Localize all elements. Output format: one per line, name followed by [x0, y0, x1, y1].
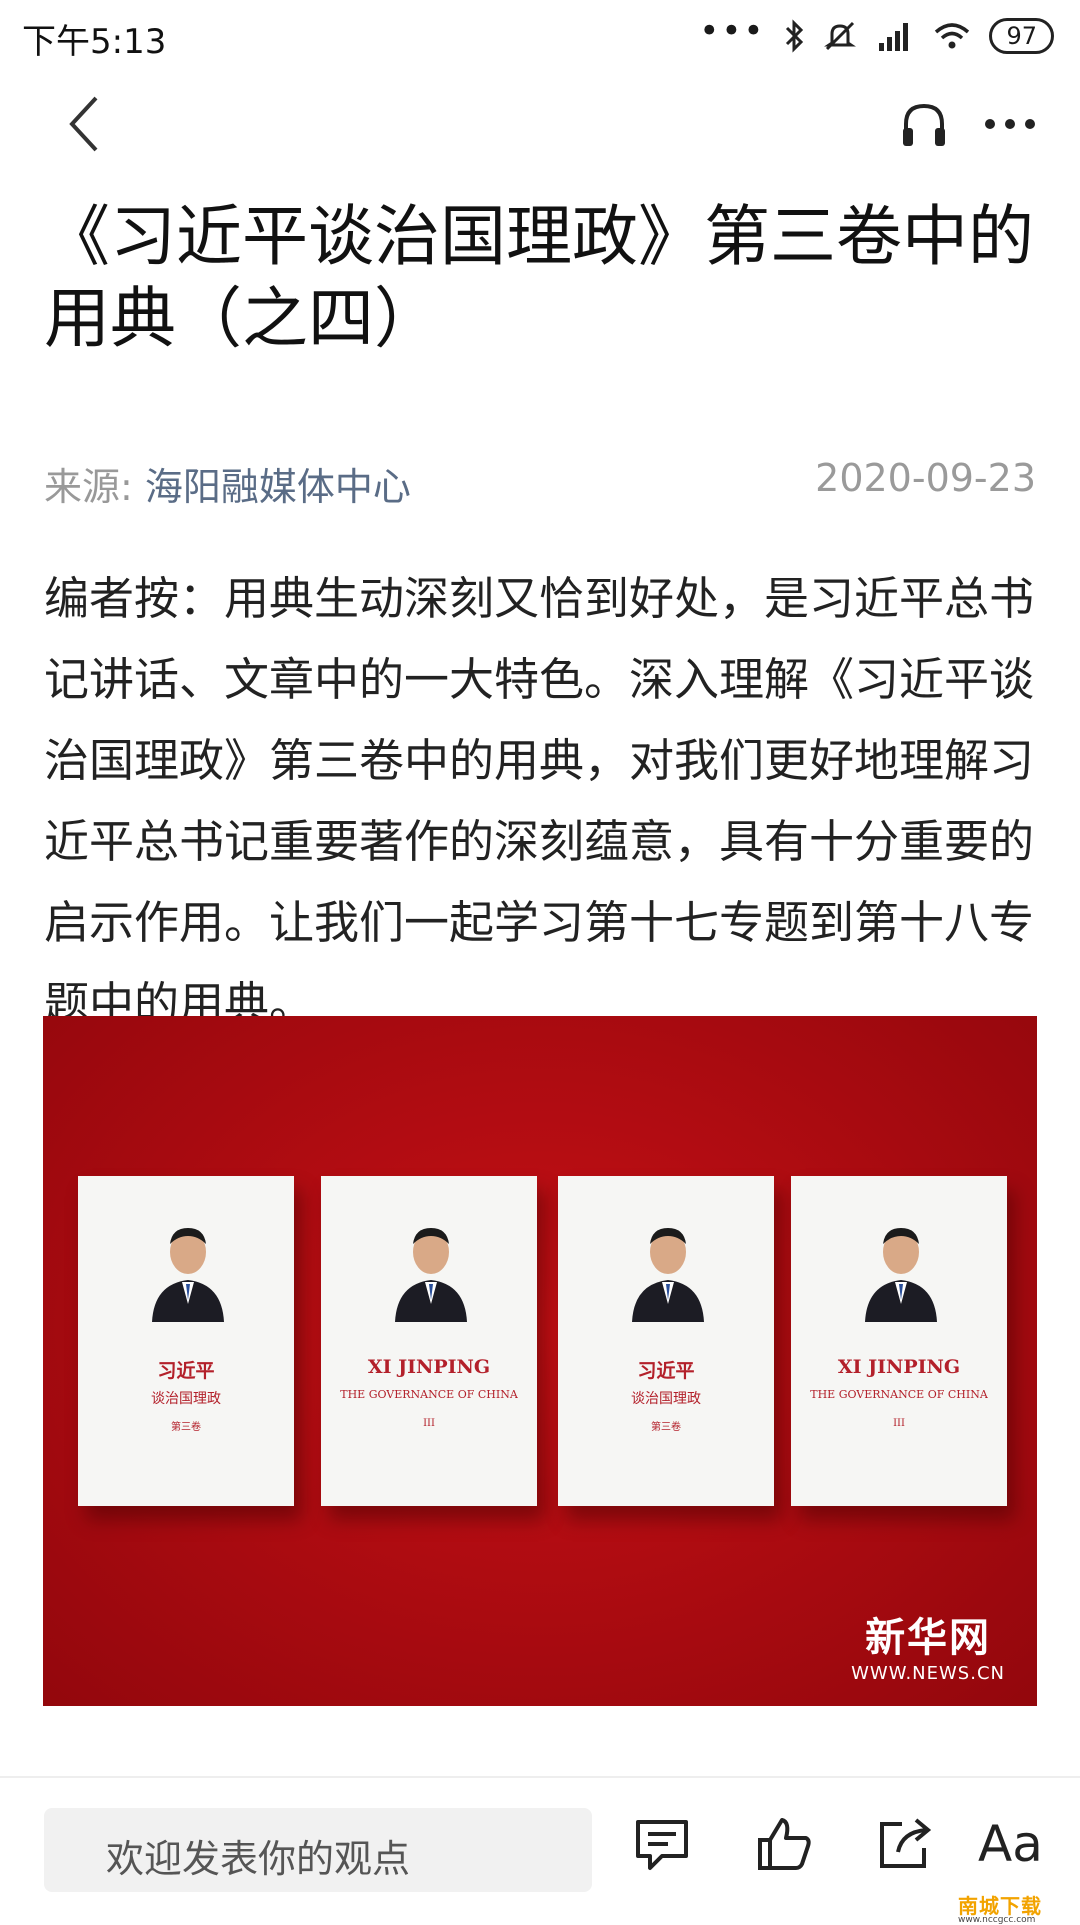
comment-placeholder: 欢迎发表你的观点	[106, 1837, 411, 1881]
book-subtitle: THE GOVERNANCE OF CHINA	[340, 1388, 518, 1401]
book-volume: III	[893, 1418, 905, 1429]
brand-watermark: 南城下载 www.nccgcc.com	[958, 1890, 1074, 1925]
article-meta: 来源: 海阳融媒体中心 2020-09-23	[44, 456, 1036, 512]
watermark-title: 新华网	[865, 1615, 992, 1661]
book-subtitle: THE GOVERNANCE OF CHINA	[810, 1388, 988, 1401]
article-photo[interactable]: 习近平 谈治国理政 第三卷 XI JINPING THE GOVERNANCE …	[43, 1016, 1037, 1706]
more-status-icon: •••	[699, 11, 766, 51]
portrait-image	[632, 1228, 704, 1322]
portrait-image	[395, 1228, 467, 1322]
font-size-button[interactable]: Aa	[978, 1814, 1043, 1874]
brand-url: www.nccgcc.com	[958, 1915, 1036, 1925]
status-time: 下午5:13	[22, 22, 167, 62]
bluetooth-icon	[786, 19, 804, 53]
headset-icon[interactable]	[898, 98, 950, 150]
share-icon[interactable]	[874, 1814, 934, 1874]
book-subtitle: 谈治国理政	[151, 1391, 221, 1407]
portrait-image	[865, 1228, 937, 1322]
xinhua-watermark: 新华网 WWW.NEWS.CN	[851, 1605, 1005, 1684]
book-volume: 第三卷	[171, 1422, 201, 1433]
comment-icon[interactable]	[632, 1814, 692, 1874]
portrait-image	[152, 1228, 224, 1322]
source-prefix: 来源:	[44, 465, 133, 509]
back-arrow-icon[interactable]	[56, 94, 116, 154]
source-name-link[interactable]: 海阳融媒体中心	[145, 465, 411, 509]
article-title: 《习近平谈治国理政》第三卷中的用典（之四）	[44, 198, 1034, 357]
book-title: XI JINPING	[837, 1356, 961, 1378]
comment-input[interactable]: 欢迎发表你的观点	[44, 1808, 592, 1892]
book-volume: 第三卷	[651, 1422, 681, 1433]
status-icons: ••• 97	[699, 14, 1054, 58]
signal-icon	[879, 23, 909, 51]
book-title: 习近平	[157, 1360, 215, 1382]
watermark-url: WWW.NEWS.CN	[851, 1663, 1005, 1684]
book-volume: III	[423, 1418, 435, 1429]
article-date: 2020-09-23	[815, 456, 1036, 500]
book-title: XI JINPING	[367, 1356, 491, 1378]
book-subtitle: 谈治国理政	[631, 1391, 701, 1407]
article-source: 来源: 海阳融媒体中心	[44, 456, 411, 511]
like-icon[interactable]	[754, 1814, 814, 1874]
book-cover: 习近平 谈治国理政 第三卷	[558, 1176, 774, 1506]
wifi-icon	[935, 23, 970, 49]
book-cover: XI JINPING THE GOVERNANCE OF CHINA III	[321, 1176, 537, 1506]
article-intro: 编者按：用典生动深刻又恰到好处，是习近平总书记讲话、文章中的一大特色。深入理解《…	[44, 572, 1035, 1030]
bottom-action-bar: 欢迎发表你的观点 Aa 南城下载 www.nccgcc.com	[0, 1776, 1080, 1925]
book-title: 习近平	[637, 1360, 695, 1382]
battery-indicator: 97	[989, 18, 1054, 54]
book-cover: XI JINPING THE GOVERNANCE OF CHINA III	[791, 1176, 1007, 1506]
top-nav-bar	[0, 80, 1080, 172]
mute-bell-icon	[824, 21, 857, 51]
status-bar: 下午5:13 ••• 97	[0, 0, 1080, 74]
more-options-icon[interactable]	[982, 98, 1038, 150]
book-cover: 习近平 谈治国理政 第三卷	[78, 1176, 294, 1506]
